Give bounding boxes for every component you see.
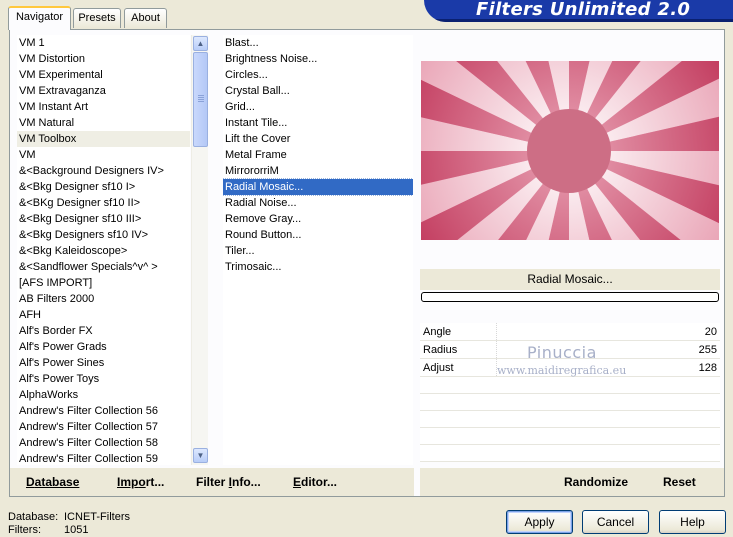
filter-preview-image — [421, 61, 719, 240]
selected-filter-label: Radial Mosaic... — [420, 269, 720, 290]
category-list-item[interactable]: VM Instant Art — [17, 99, 190, 115]
tab-about-label: About — [131, 12, 160, 24]
category-list-item[interactable]: AlphaWorks — [17, 387, 190, 403]
filter-list-item[interactable]: Lift the Cover — [223, 131, 413, 147]
category-list-item[interactable]: Andrew's Filter Collection 59 — [17, 451, 190, 465]
param-slider-track[interactable] — [496, 323, 680, 340]
import-link-rest: rt... — [145, 475, 165, 489]
progress-bar — [421, 292, 719, 302]
reset-link[interactable]: Reset — [663, 475, 696, 489]
category-list-item[interactable]: Alf's Power Sines — [17, 355, 190, 371]
database-link-rest: atabase — [34, 475, 80, 489]
tab-navigator-label: Navigator — [15, 11, 64, 23]
param-value: 20 — [704, 326, 717, 338]
tab-about[interactable]: About — [124, 8, 167, 28]
param-row-empty — [420, 377, 720, 394]
filter-list-item[interactable]: Tiler... — [223, 243, 413, 259]
chevron-up-icon: ▲ — [196, 39, 205, 48]
param-value: 128 — [698, 362, 717, 374]
filter-list-item[interactable]: Metal Frame — [223, 147, 413, 163]
app-title: Filters Unlimited 2.0 — [476, 0, 691, 20]
apply-button[interactable]: Apply — [506, 510, 573, 534]
category-list-item[interactable]: AFH — [17, 307, 190, 323]
scroll-up-button[interactable]: ▲ — [193, 36, 208, 51]
import-link-pre: Imp — [117, 475, 139, 489]
category-list-item[interactable]: Andrew's Filter Collection 56 — [17, 403, 190, 419]
param-name: Adjust — [423, 362, 454, 374]
category-list-item[interactable]: AB Filters 2000 — [17, 291, 190, 307]
category-list-item[interactable]: Alf's Power Grads — [17, 339, 190, 355]
category-list-item[interactable]: VM Extravaganza — [17, 83, 190, 99]
category-list-item[interactable]: Andrew's Filter Collection 57 — [17, 419, 190, 435]
filters-count-value: 1051 — [64, 524, 89, 536]
header-banner: Filters Unlimited 2.0 — [424, 0, 733, 22]
param-row-empty — [420, 394, 720, 411]
filter-list-item[interactable]: Grid... — [223, 99, 413, 115]
filter-list-item[interactable]: Remove Gray... — [223, 211, 413, 227]
filter-list[interactable]: Blast... Brightness Noise... Circles... Cry… — [223, 35, 413, 465]
category-scrollbar[interactable]: ▲ ▼ — [191, 35, 208, 465]
cancel-button[interactable]: Cancel — [582, 510, 649, 534]
filter-list-item[interactable]: Crystal Ball... — [223, 83, 413, 99]
category-list[interactable]: VM 1 VM Distortion VM Experimental VM Extra… — [17, 35, 190, 465]
filters-count-label: Filters: — [8, 524, 41, 536]
param-row[interactable]: Angle 20 — [420, 323, 720, 341]
database-link[interactable]: Database — [26, 475, 79, 489]
category-list-item[interactable]: &<Sandflower Specials^v^ > — [17, 259, 190, 275]
filter-info-link-pre: Filter — [196, 475, 229, 489]
tab-presets-label: Presets — [78, 12, 116, 24]
category-list-item[interactable]: VM Toolbox — [17, 131, 190, 147]
database-status-label: Database: — [8, 511, 59, 523]
database-status-value: ICNET-Filters — [64, 511, 130, 523]
category-list-item[interactable]: Andrew's Filter Collection 58 — [17, 435, 190, 451]
category-list-item[interactable]: &<Background Designers IV> — [17, 163, 190, 179]
editor-link-mnemonic: E — [293, 475, 302, 489]
editor-link[interactable]: Editor... — [293, 475, 337, 489]
filter-list-item[interactable]: Instant Tile... — [223, 115, 413, 131]
filter-list-item[interactable]: MirrororriM — [223, 163, 413, 179]
param-name: Radius — [423, 344, 458, 356]
filter-list-item[interactable]: Radial Noise... — [223, 195, 413, 211]
watermark-url: www.maidiregrafica.eu — [497, 364, 627, 377]
param-value: 255 — [698, 344, 717, 356]
preview-center-disc — [527, 109, 611, 193]
filter-list-item[interactable]: Radial Mosaic... — [223, 178, 413, 196]
randomize-link[interactable]: Randomize — [564, 475, 628, 489]
scroll-thumb[interactable] — [193, 52, 208, 147]
editor-link-rest: ditor... — [301, 475, 338, 489]
category-list-item[interactable]: VM 1 — [17, 35, 190, 51]
param-row-empty — [420, 411, 720, 428]
tab-navigator[interactable]: Navigator — [8, 6, 71, 30]
import-link-mnemonic: o — [138, 475, 146, 489]
filter-list-item[interactable]: Trimosaic... — [223, 259, 413, 275]
filter-list-item[interactable]: Blast... — [223, 35, 413, 51]
category-list-item[interactable]: &<Bkg Kaleidoscope> — [17, 243, 190, 259]
import-link[interactable]: Import... — [117, 475, 164, 489]
category-list-item[interactable]: &<Bkg Designer sf10 III> — [17, 211, 190, 227]
tab-presets[interactable]: Presets — [73, 8, 121, 28]
filter-list-item[interactable]: Round Button... — [223, 227, 413, 243]
category-list-item[interactable]: VM — [17, 147, 190, 163]
category-list-item[interactable]: &<Bkg Designers sf10 IV> — [17, 227, 190, 243]
category-list-item[interactable]: &<BKg Designer sf10 II> — [17, 195, 190, 211]
watermark-name: Pinuccia — [527, 343, 597, 362]
category-list-item[interactable]: &<Bkg Designer sf10 I> — [17, 179, 190, 195]
category-list-item[interactable]: Alf's Power Toys — [17, 371, 190, 387]
category-list-item[interactable]: VM Natural — [17, 115, 190, 131]
filter-list-item[interactable]: Circles... — [223, 67, 413, 83]
filter-info-link-rest: nfo... — [232, 475, 261, 489]
category-list-item[interactable]: VM Experimental — [17, 67, 190, 83]
category-list-item[interactable]: Alf's Border FX — [17, 323, 190, 339]
help-button[interactable]: Help — [659, 510, 726, 534]
category-list-item[interactable]: [AFS IMPORT] — [17, 275, 190, 291]
chevron-down-icon: ▼ — [196, 451, 205, 460]
filter-info-link[interactable]: Filter Info... — [196, 475, 261, 489]
category-list-item[interactable]: VM Distortion — [17, 51, 190, 67]
param-row-empty — [420, 445, 720, 462]
param-row-empty — [420, 428, 720, 445]
param-name: Angle — [423, 326, 452, 338]
scroll-down-button[interactable]: ▼ — [193, 448, 208, 463]
filter-list-item[interactable]: Brightness Noise... — [223, 51, 413, 67]
database-link-mnemonic: D — [26, 475, 35, 489]
